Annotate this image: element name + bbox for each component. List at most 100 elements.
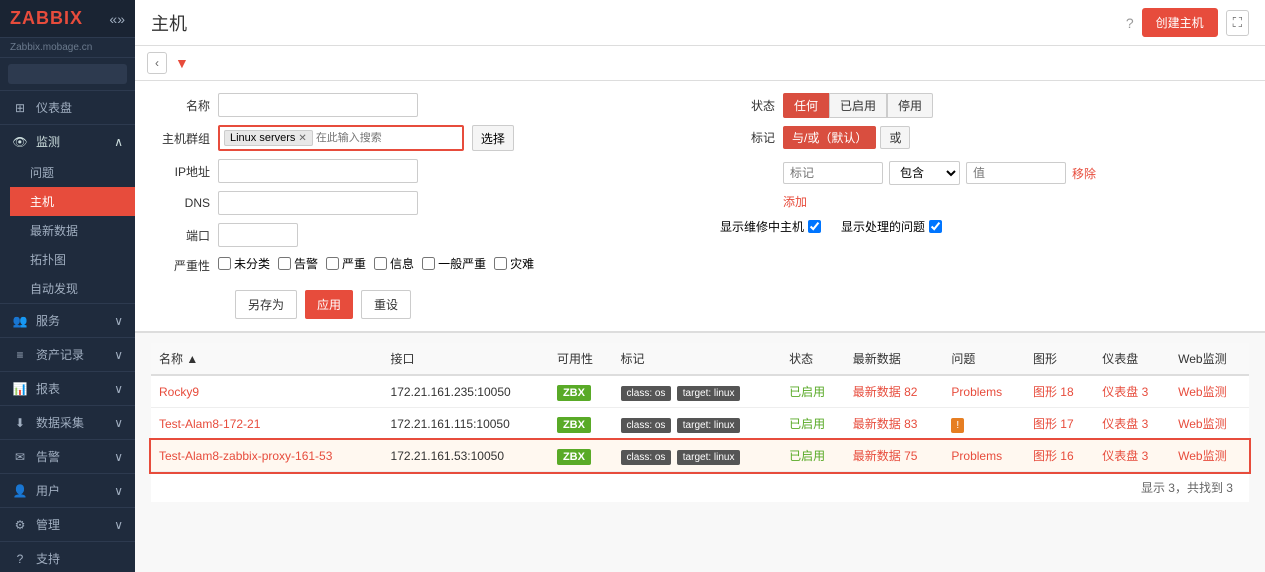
web-monitoring-link[interactable]: Web监测 <box>1178 417 1226 431</box>
dashboards-link[interactable]: 仪表盘 3 <box>1102 417 1148 431</box>
sidebar-item-problems[interactable]: 问题 <box>10 158 135 187</box>
filter-form: 名称 主机群组 Linux servers ✕ <box>135 81 1265 333</box>
search-input[interactable] <box>8 64 127 84</box>
dashboards-cell: 仪表盘 3 <box>1094 375 1170 408</box>
dashboards-link[interactable]: 仪表盘 3 <box>1102 449 1148 463</box>
sidebar-item-assets[interactable]: ≡ 资产记录 ∨ <box>0 338 135 371</box>
filter-action-buttons: 另存为 应用 重设 <box>155 290 1245 319</box>
col-name[interactable]: 名称 ▲ <box>151 343 383 375</box>
sev-warning-label: 告警 <box>294 255 318 272</box>
graphs-link[interactable]: 图形 17 <box>1033 417 1074 431</box>
display-maintenance-label: 显示维修中主机 <box>720 218 804 235</box>
hostgroup-input-area[interactable]: Linux servers ✕ <box>218 125 464 151</box>
status-value: 已启用 <box>789 449 825 463</box>
filter-severity-row: 严重性 未分类 告警 <box>155 255 680 274</box>
sidebar-item-label: 自动发现 <box>30 280 78 297</box>
interface-cell: 172.21.161.235:10050 <box>383 375 549 408</box>
main-body: ‹ ▼ 名称 主机群组 <box>135 46 1265 572</box>
sev-disaster-checkbox[interactable] <box>494 257 507 270</box>
sidebar-item-reports[interactable]: 📊 报表 ∨ <box>0 372 135 405</box>
host-name-cell: Rocky9 <box>151 375 383 408</box>
problems-link[interactable]: Problems <box>951 449 1002 463</box>
sidebar-item-hosts[interactable]: 主机 <box>10 187 135 216</box>
reset-button[interactable]: 重设 <box>361 290 411 319</box>
display-maintenance-option: 显示维修中主机 <box>720 218 821 235</box>
filter-nav-left[interactable]: ‹ <box>147 52 167 74</box>
tag-value-input[interactable] <box>966 162 1066 184</box>
port-input[interactable] <box>218 223 298 247</box>
problems-link[interactable]: Problems <box>951 385 1002 399</box>
sev-unclassified: 未分类 <box>218 255 270 272</box>
tag-operator-select[interactable]: 包含 等于 不等于 不包含 <box>889 161 960 185</box>
ip-group: IP地址 <box>155 159 418 183</box>
latest-data-link[interactable]: 最新数据 83 <box>853 417 918 431</box>
tag-chip-remove[interactable]: ✕ <box>298 133 306 144</box>
display-options-row: 显示维修中主机 显示处理的问题 <box>720 218 1245 235</box>
create-host-button[interactable]: 创建主机 <box>1142 8 1218 37</box>
web-monitoring-link[interactable]: Web监测 <box>1178 449 1226 463</box>
chevron-right-icon: ∨ <box>114 416 123 430</box>
host-name-link[interactable]: Test-Alam8-zabbix-proxy-161-53 <box>159 449 332 463</box>
tag-logic-and-or-btn[interactable]: 与/或（默认） <box>783 126 876 149</box>
latest-data-link[interactable]: 最新数据 75 <box>853 449 918 463</box>
col-availability: 可用性 <box>549 343 613 375</box>
reports-icon: 📊 <box>12 382 28 396</box>
dns-input[interactable] <box>218 191 418 215</box>
sidebar-item-alerts[interactable]: ✉ 告警 ∨ <box>0 440 135 473</box>
sidebar-item-latest-data[interactable]: 最新数据 <box>10 216 135 245</box>
host-name-link[interactable]: Rocky9 <box>159 385 199 399</box>
sidebar-item-autodiscovery[interactable]: 自动发现 <box>10 274 135 303</box>
graphs-link[interactable]: 图形 18 <box>1033 385 1074 399</box>
nav-dashboard-section: ⊞ 仪表盘 <box>0 91 135 125</box>
tags-cell: class: os target: linux <box>613 375 782 408</box>
filter-tags-row: 标记 与/或（默认） 或 <box>720 126 1245 149</box>
sev-general-serious-checkbox[interactable] <box>422 257 435 270</box>
sev-unclassified-checkbox[interactable] <box>218 257 231 270</box>
sidebar-item-topology[interactable]: 拓扑图 <box>10 245 135 274</box>
filter-icon[interactable]: ▼ <box>175 55 189 71</box>
web-monitoring-cell: Web监测 <box>1170 408 1249 440</box>
logo-text: ZABBIX <box>10 8 83 29</box>
sev-warning-checkbox[interactable] <box>278 257 291 270</box>
tag-name-input[interactable] <box>783 162 883 184</box>
tag-logic-or-btn[interactable]: 或 <box>880 126 910 149</box>
web-monitoring-link[interactable]: Web监测 <box>1178 385 1226 399</box>
sev-info-checkbox[interactable] <box>374 257 387 270</box>
sidebar-item-admin[interactable]: ⚙ 管理 ∨ <box>0 508 135 541</box>
hostgroup-search-input[interactable] <box>316 132 458 144</box>
select-button[interactable]: 选择 <box>472 125 514 151</box>
tag-class-os: class: os <box>621 418 672 433</box>
sidebar-item-monitoring[interactable]: 👁 监测 ∧ <box>0 125 135 158</box>
status-enabled-btn[interactable]: 已启用 <box>829 93 887 118</box>
status-any-btn[interactable]: 任何 <box>783 93 829 118</box>
graphs-link[interactable]: 图形 16 <box>1033 449 1074 463</box>
sidebar-item-services[interactable]: 👥 服务 ∨ <box>0 304 135 337</box>
sidebar-item-datacollection[interactable]: ⬇ 数据采集 ∨ <box>0 406 135 439</box>
display-problems-checkbox[interactable] <box>929 220 942 233</box>
status-disabled-btn[interactable]: 停用 <box>887 93 933 118</box>
dashboards-link[interactable]: 仪表盘 3 <box>1102 385 1148 399</box>
apply-button[interactable]: 应用 <box>305 290 353 319</box>
sidebar-item-users[interactable]: 👤 用户 ∨ <box>0 474 135 507</box>
sidebar-item-label: 服务 <box>36 312 60 329</box>
display-maintenance-checkbox[interactable] <box>808 220 821 233</box>
sev-serious-checkbox[interactable] <box>326 257 339 270</box>
dns-group: DNS <box>155 191 418 215</box>
ip-input[interactable] <box>218 159 418 183</box>
status-cell: 已启用 <box>781 408 845 440</box>
sidebar-collapse-btn[interactable]: «» <box>109 11 125 27</box>
saveas-button[interactable]: 另存为 <box>235 290 297 319</box>
fullscreen-button[interactable]: ⛶ <box>1226 10 1249 36</box>
latest-data-link[interactable]: 最新数据 82 <box>853 385 918 399</box>
filter-columns: 名称 主机群组 Linux servers ✕ <box>155 93 1245 282</box>
host-name-link[interactable]: Test-Alam8-172-21 <box>159 417 260 431</box>
sidebar-item-label: 拓扑图 <box>30 251 66 268</box>
help-icon[interactable]: ? <box>1126 15 1134 31</box>
problems-cell: Problems <box>943 375 1025 408</box>
sidebar-item-support[interactable]: ? 支持 <box>0 542 135 572</box>
sidebar-item-dashboard[interactable]: ⊞ 仪表盘 <box>0 91 135 124</box>
add-tag-link[interactable]: 添加 <box>783 195 807 209</box>
remove-tag-link[interactable]: 移除 <box>1072 165 1096 182</box>
name-input[interactable] <box>218 93 418 117</box>
latest-data-cell: 最新数据 82 <box>845 375 944 408</box>
